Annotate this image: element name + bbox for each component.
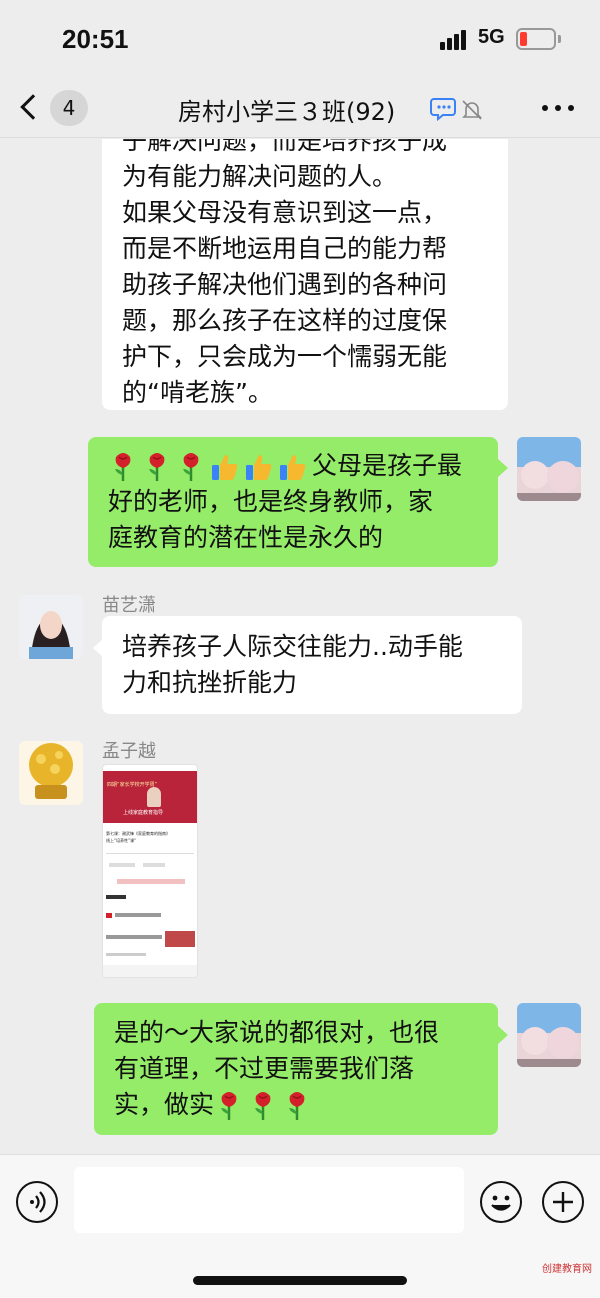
image-message[interactable]: 四期“家长学校开学周” 上线家庭教育指导 第七课：谢武锋《家庭教育的指南》 线上… <box>102 764 198 978</box>
message-bubble-right[interactable]: 父母是孩子最 好的老师，也是终身教师，家 庭教育的潜在性是永久的 <box>88 437 498 567</box>
message-input[interactable] <box>74 1167 464 1233</box>
rose-emoji <box>289 1092 305 1120</box>
message-line: 是的～大家说的都很对，也很 <box>114 1018 440 1047</box>
network-type: 5G <box>478 26 505 48</box>
avatar-user[interactable] <box>19 741 83 805</box>
chat-title: 房村小学三３班(92) <box>178 98 396 126</box>
plus-icon <box>553 1192 573 1212</box>
message-line: 如果父母没有意识到这一点， <box>122 198 448 227</box>
message-line: 好的老师，也是终身教师，家 <box>108 487 434 516</box>
message-line: 的“啃老族”。 <box>122 378 273 407</box>
chevron-left-icon <box>20 94 46 120</box>
status-bar: 20:51 5G <box>0 0 600 80</box>
unread-count-badge: 4 <box>50 90 88 126</box>
avatar-self[interactable] <box>517 437 581 501</box>
avatar-self[interactable] <box>517 1003 581 1067</box>
message-line: 助孩子解决他们遇到的各种问 <box>122 270 448 299</box>
message-line: 力和抗挫折能力 <box>122 668 298 697</box>
home-indicator <box>193 1276 407 1285</box>
message-bubble-right[interactable]: 是的～大家说的都很对，也很 有道理，不过更需要我们落 实，做实 <box>94 1003 498 1135</box>
sender-name: 孟子越 <box>102 741 156 762</box>
message-first-line: 父母是孩子最 <box>108 448 478 484</box>
message-bubble-left[interactable]: 培养孩子人际交往能力..动手能 力和抗挫折能力 <box>102 616 522 714</box>
more-button[interactable] <box>540 96 576 120</box>
bubble-tail <box>498 459 508 477</box>
message-line: 有道理，不过更需要我们落 <box>114 1054 415 1083</box>
message-line: 子解决问题，而是培养孩子成 <box>122 139 448 155</box>
cellular-signal-icon <box>440 28 470 50</box>
avatar-user[interactable] <box>19 595 83 659</box>
message-line: 而是不断地运用自己的能力帮 <box>122 234 448 263</box>
more-actions-button[interactable] <box>542 1181 584 1223</box>
emoji-button[interactable] <box>480 1181 522 1223</box>
image-caption: 线上“培养性”课“ <box>106 838 137 843</box>
rose-emoji <box>221 1092 237 1120</box>
speaker-figure <box>147 787 161 807</box>
message-line: 为有能力解决问题的人。 <box>122 162 398 191</box>
rose-emoji <box>115 453 131 481</box>
rose-emoji <box>255 1092 271 1120</box>
image-banner-subtitle: 上线家庭教育指导 <box>123 810 164 816</box>
message-line: 题，那么孩子在这样的过度保 <box>122 306 448 335</box>
voice-input-button[interactable] <box>16 1181 58 1223</box>
voice-icon <box>30 1191 46 1213</box>
message-line: 培养孩子人际交往能力..动手能 <box>122 632 463 661</box>
rose-emoji <box>183 453 199 481</box>
message-text: 父母是孩子最 <box>312 451 463 480</box>
image-caption: 第七课：谢武锋《家庭教育的指南》 <box>106 831 170 836</box>
watermark: 创建教育网 <box>542 1264 592 1275</box>
back-button[interactable]: 4 <box>20 90 90 130</box>
thumbs-up-emoji <box>280 455 306 480</box>
chat-header: 4 房村小学三３班(92) <box>0 80 600 138</box>
battery-icon <box>516 28 556 50</box>
bubble-tail <box>498 1026 508 1044</box>
bell-slash-icon <box>462 100 482 120</box>
message-line: 庭教育的潜在性是永久的 <box>108 523 384 552</box>
message-line: 护下，只会成为一个懦弱无能 <box>122 342 448 371</box>
message-last-line: 实，做实 <box>114 1087 478 1123</box>
smiley-icon <box>491 1195 511 1211</box>
message-text: 实，做实 <box>114 1090 215 1119</box>
chat-message-list[interactable]: 子解决问题，而是培养孩子成 为有能力解决问题的人。 如果父母没有意识到这一点， … <box>0 139 600 1154</box>
sender-name: 苗艺潇 <box>102 595 156 616</box>
status-time: 20:51 <box>62 24 129 54</box>
rose-emoji <box>149 453 165 481</box>
thumbs-up-emoji <box>246 455 272 480</box>
image-banner: 四期“家长学校开学周” 上线家庭教育指导 <box>103 771 197 823</box>
message-bubble-left[interactable]: 子解决问题，而是培养孩子成 为有能力解决问题的人。 如果父母没有意识到这一点， … <box>102 139 508 410</box>
thumbs-up-emoji <box>212 455 238 480</box>
battery-tip <box>558 35 561 43</box>
